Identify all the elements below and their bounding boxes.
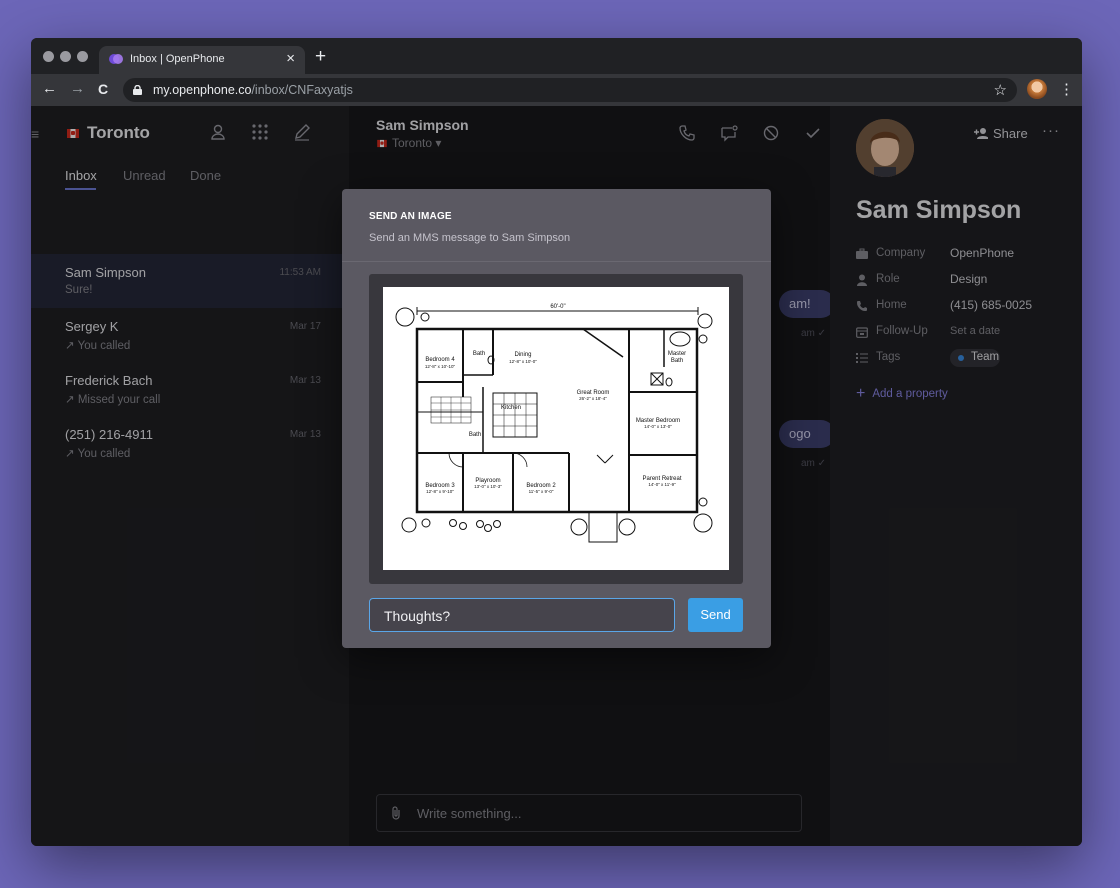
send-image-modal: SEND AN IMAGE Send an MMS message to Sam… [342,189,771,648]
floorplan-drawing: 60'-0" Bedroom 4 12'-8" x 10'-10" Bath D… [395,304,713,543]
room-size: 12'-8" x 10'-0" [509,359,537,364]
openphone-favicon-icon [109,54,123,64]
minimize-window-dot[interactable] [60,51,71,62]
url-path: /inbox/CNFaxyatjs [251,83,353,97]
room-size: Bath [671,358,683,364]
url-host: my.openphone.co [153,83,252,97]
modal-divider [342,261,771,262]
browser-toolbar: ← → C my.openphone.co/inbox/CNFaxyatjs ☆… [31,74,1082,106]
tab-close-icon[interactable]: × [286,51,295,67]
browser-menu-icon[interactable]: ⋮ [1059,80,1074,98]
new-tab-button[interactable]: + [315,47,326,67]
tab-title: Inbox | OpenPhone [130,53,225,65]
room-name: Bath [473,351,485,357]
floorplan-dimension: 60'-0" [550,304,565,310]
room-name: Dining [514,352,531,358]
modal-subtitle: Send an MMS message to Sam Simpson [369,232,571,244]
browser-tab[interactable]: Inbox | OpenPhone × [99,46,305,74]
tab-strip: Inbox | OpenPhone × + [31,38,1082,74]
lock-icon [133,85,142,95]
room-name: Kitchen [501,405,521,411]
reload-icon[interactable]: C [98,80,108,98]
mms-message-value: Thoughts? [384,608,451,624]
back-icon[interactable]: ← [42,80,57,98]
room-size: 12'-8" x 10'-10" [425,364,456,369]
room-size: 26'-2" x 18'-4" [579,396,607,401]
floorplan-image: 60'-0" Bedroom 4 12'-8" x 10'-10" Bath D… [383,287,729,570]
room-size: 14'-0" x 13'-0" [644,424,672,429]
send-button[interactable]: Send [688,598,743,632]
room-size: 12'-8" x 9'-10" [426,489,454,494]
room-size: 13'-0" x 10'-3" [474,484,502,489]
image-preview-frame: 60'-0" Bedroom 4 12'-8" x 10'-10" Bath D… [369,274,743,584]
mms-message-input[interactable]: Thoughts? [369,598,675,632]
modal-title: SEND AN IMAGE [369,211,452,222]
room-name: Master [668,351,686,357]
room-size: 11'-5" x 9'-0" [529,489,554,494]
profile-avatar[interactable] [1027,79,1047,99]
room-name: Bath [469,432,481,438]
room-name: Bedroom 4 [425,357,455,363]
url-text: my.openphone.co/inbox/CNFaxyatjs [153,83,353,97]
maximize-window-dot[interactable] [77,51,88,62]
room-size: 14'-0" x 11'-9" [648,482,676,487]
bookmark-star-icon[interactable]: ☆ [994,81,1007,99]
close-window-dot[interactable] [43,51,54,62]
forward-icon[interactable]: → [70,80,85,98]
address-bar[interactable]: my.openphone.co/inbox/CNFaxyatjs ☆ [123,78,1017,102]
